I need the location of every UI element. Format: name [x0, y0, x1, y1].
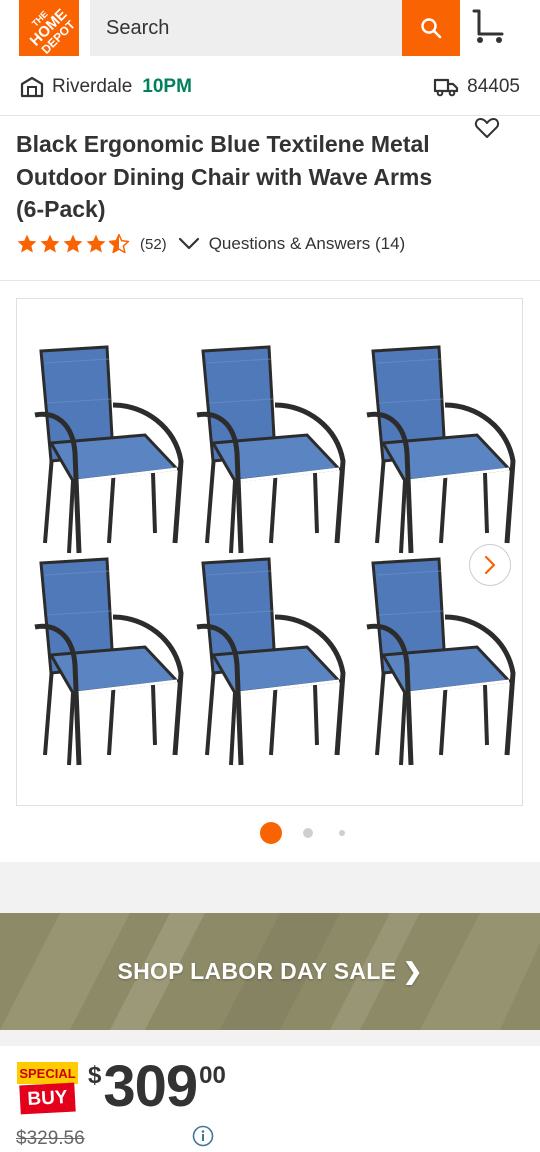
star-rating[interactable] — [16, 233, 130, 255]
star-icon — [86, 234, 106, 253]
special-buy-badge: SPECIAL BUY — [17, 1062, 78, 1116]
chevron-right-icon — [484, 555, 496, 575]
questions-answers-label: Questions & Answers (14) — [208, 234, 406, 253]
store-hours: 10PM — [142, 76, 192, 97]
delivery-zip-selector[interactable]: 84405 — [433, 76, 520, 98]
rating-row: (52) Questions & Answers (14) — [16, 233, 405, 255]
store-icon — [20, 76, 44, 98]
price-currency: $ — [88, 1062, 102, 1089]
review-count[interactable]: (52) — [140, 236, 167, 253]
delivery-truck-icon — [434, 78, 459, 97]
next-image-button[interactable] — [469, 544, 511, 586]
price-info-button[interactable] — [192, 1125, 214, 1147]
half-star-icon — [108, 233, 130, 254]
product-image[interactable] — [16, 298, 523, 806]
price-dollars: 309 — [103, 1054, 198, 1119]
banner-label: SHOP LABOR DAY SALE ❯ — [117, 958, 423, 984]
store-selector[interactable]: Riverdale 10PM — [20, 76, 192, 98]
pagination-dot[interactable] — [339, 830, 345, 836]
price-cents: 00 — [199, 1062, 226, 1089]
store-bar: Riverdale 10PM 84405 — [0, 62, 540, 116]
star-icon — [40, 234, 60, 253]
pagination-dot[interactable] — [303, 828, 313, 838]
cart-button[interactable] — [470, 8, 506, 46]
search-input[interactable]: Search — [90, 0, 402, 56]
chevron-down-icon — [178, 237, 199, 250]
badge-top-text: SPECIAL — [17, 1062, 78, 1084]
favorite-button[interactable] — [474, 116, 500, 140]
heart-icon — [474, 118, 500, 138]
questions-answers-link[interactable]: Questions & Answers (14) — [177, 234, 406, 254]
gallery-pagination — [0, 822, 540, 844]
search-icon — [421, 18, 442, 39]
top-header: THE HOME DEPOT Search — [0, 0, 540, 62]
labor-day-sale-banner[interactable]: SHOP LABOR DAY SALE ❯ — [0, 913, 540, 1030]
search-placeholder: Search — [106, 16, 170, 39]
store-name: Riverdale — [52, 76, 133, 97]
star-icon — [63, 234, 83, 253]
pagination-dot-active[interactable] — [260, 822, 282, 844]
product-title: Black Ergonomic Blue Textilene Metal Out… — [16, 131, 433, 222]
home-depot-logo[interactable]: THE HOME DEPOT — [19, 0, 79, 56]
star-icon — [17, 234, 37, 253]
was-price: $329.56 — [16, 1128, 85, 1149]
cart-icon — [472, 9, 504, 43]
info-icon — [192, 1125, 214, 1147]
badge-bottom-text: BUY — [19, 1082, 76, 1115]
current-price: $ 309 00 — [88, 1054, 226, 1120]
product-gallery — [0, 280, 540, 862]
zip-code: 84405 — [467, 76, 520, 97]
search-button[interactable] — [402, 0, 460, 56]
